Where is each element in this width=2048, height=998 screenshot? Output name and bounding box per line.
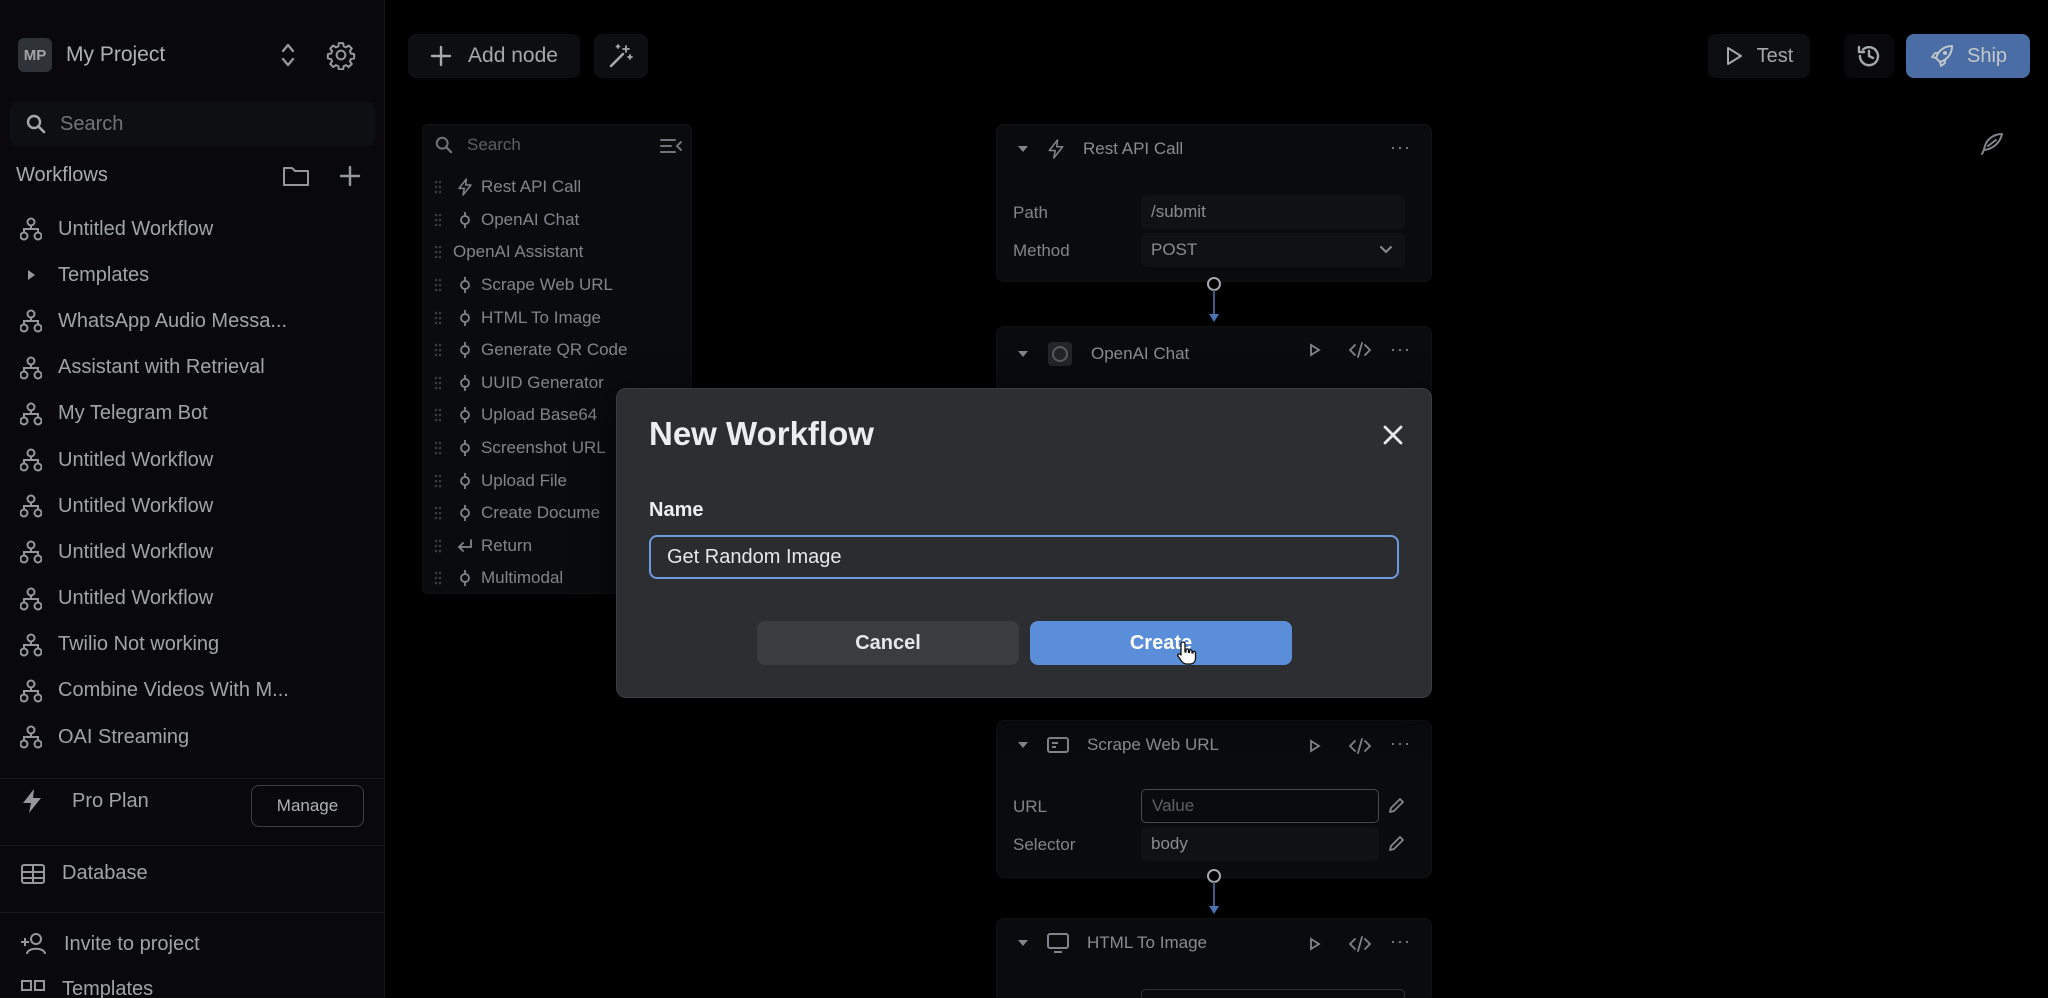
dialog-title: New Workflow bbox=[649, 415, 874, 452]
cancel-button[interactable]: Cancel bbox=[757, 621, 1019, 665]
workflow-name-input[interactable] bbox=[649, 535, 1399, 579]
close-icon[interactable] bbox=[1377, 419, 1409, 451]
name-label: Name bbox=[649, 499, 704, 521]
create-button[interactable]: Create bbox=[1030, 621, 1292, 665]
hand-cursor-icon bbox=[1176, 640, 1198, 666]
new-workflow-dialog: New Workflow Name Cancel Create bbox=[616, 388, 1432, 698]
